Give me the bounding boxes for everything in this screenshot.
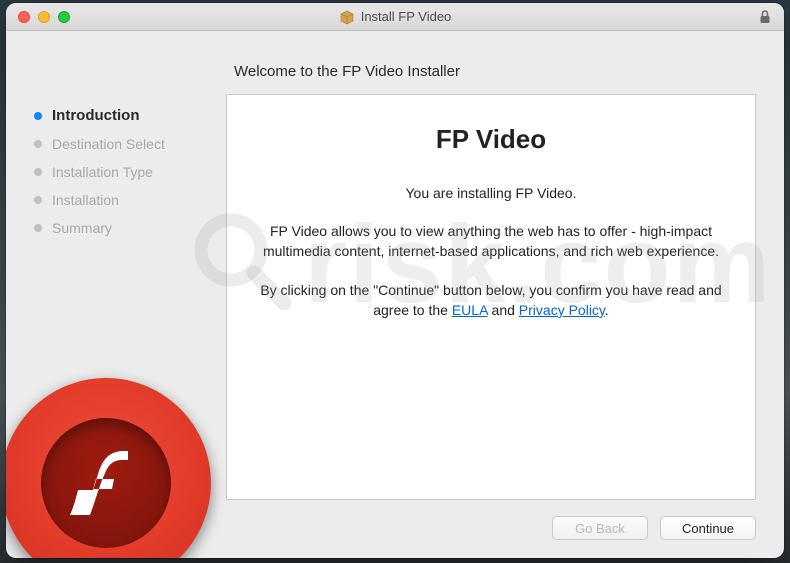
window-title-text: Install FP Video <box>361 9 452 24</box>
privacy-link[interactable]: Privacy Policy <box>519 302 605 318</box>
agree-and: and <box>488 302 519 318</box>
sidebar-item-destination: Destination Select <box>34 130 226 158</box>
sidebar-item-installation: Installation <box>34 186 226 214</box>
content-area: risk.com Introduction Destination Select… <box>6 31 784 558</box>
sidebar-item-installation-type: Installation Type <box>34 158 226 186</box>
agreement-line: By clicking on the "Continue" button bel… <box>245 280 737 321</box>
description-line: FP Video allows you to view anything the… <box>245 221 737 262</box>
step-list: Introduction Destination Select Installa… <box>34 101 226 242</box>
bullet-icon <box>34 224 42 232</box>
product-title: FP Video <box>245 121 737 159</box>
eula-link[interactable]: EULA <box>452 302 488 318</box>
sidebar-item-label: Installation Type <box>52 164 153 180</box>
go-back-button: Go Back <box>552 516 648 540</box>
agree-period: . <box>605 302 609 318</box>
content-box: FP Video You are installing FP Video. FP… <box>226 94 756 500</box>
sidebar-item-summary: Summary <box>34 214 226 242</box>
installer-window: Install FP Video risk.com Introduction <box>6 3 784 558</box>
sidebar-item-label: Summary <box>52 220 112 236</box>
bullet-icon <box>34 140 42 148</box>
continue-button[interactable]: Continue <box>660 516 756 540</box>
flash-circle-icon <box>6 378 211 558</box>
package-icon <box>339 9 355 25</box>
sidebar-item-introduction: Introduction <box>34 101 226 130</box>
install-line: You are installing FP Video. <box>245 183 737 203</box>
bullet-icon <box>34 196 42 204</box>
lock-icon[interactable] <box>758 9 772 30</box>
flash-logo <box>6 378 211 558</box>
welcome-heading: Welcome to the FP Video Installer <box>234 63 756 80</box>
titlebar: Install FP Video <box>6 3 784 31</box>
sidebar-item-label: Installation <box>52 192 119 208</box>
window-title: Install FP Video <box>6 9 784 25</box>
button-row: Go Back Continue <box>226 500 756 558</box>
main-panel: Welcome to the FP Video Installer FP Vid… <box>226 31 784 558</box>
bullet-icon <box>34 168 42 176</box>
flash-inner-icon <box>41 418 171 548</box>
sidebar-item-label: Destination Select <box>52 136 165 152</box>
sidebar-item-label: Introduction <box>52 107 139 124</box>
bullet-icon <box>34 112 42 120</box>
flash-f-icon <box>56 433 156 533</box>
